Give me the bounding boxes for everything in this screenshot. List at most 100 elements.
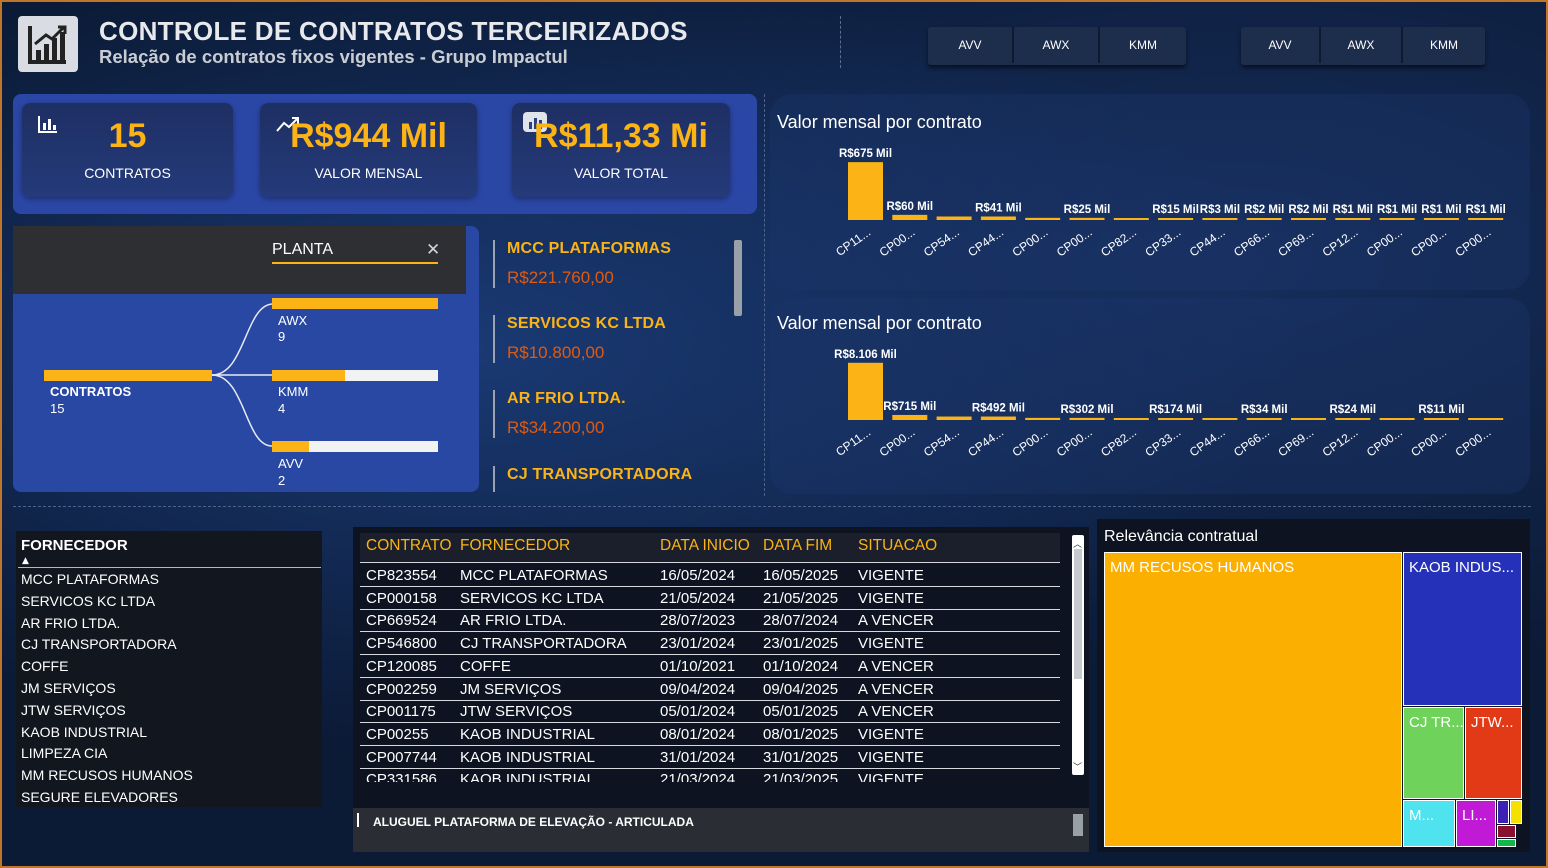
chart-bar[interactable]	[1291, 218, 1326, 220]
card-list-scrollbar[interactable]	[734, 240, 742, 316]
table-cell: MCC PLATAFORMAS	[460, 567, 608, 584]
table-row[interactable]: CP002259 JM SERVIÇOS 09/04/2024 09/04/2025 A…	[360, 679, 1060, 701]
filter-button-awx[interactable]: AWX	[1014, 27, 1100, 63]
slicer-item[interactable]: KAOB INDUSTRIAL	[21, 724, 147, 740]
close-icon[interactable]: ✕	[426, 240, 440, 260]
treemap-title: Relevância contratual	[1104, 528, 1258, 545]
description-scrollbar[interactable]	[1073, 814, 1083, 836]
chart-bar[interactable]	[1379, 218, 1415, 220]
x-tick-label: CP69...	[1275, 225, 1316, 259]
chart-bar[interactable]	[1468, 418, 1504, 420]
table-row[interactable]: CP007744 KAOB INDUSTRIAL 31/01/2024 31/01/2…	[360, 747, 1060, 769]
chart-bar[interactable]	[1069, 217, 1105, 220]
column-header[interactable]: DATA INICIO	[660, 537, 750, 555]
slicer-item[interactable]: AR FRIO LTDA.	[21, 615, 120, 631]
chart-bar[interactable]	[980, 416, 1016, 420]
slicer-item[interactable]: JTW SERVIÇOS	[21, 702, 126, 718]
table-scrollbar[interactable]: ︿ ﹀	[1072, 535, 1084, 775]
treemap-tile[interactable]	[1497, 839, 1516, 847]
filter-button-avv[interactable]: AVV	[928, 27, 1014, 63]
chart-bar[interactable]	[1158, 218, 1194, 220]
chart-bar[interactable]	[1423, 418, 1459, 420]
treemap-tile[interactable]: LI...	[1456, 800, 1496, 847]
chevron-down-icon[interactable]: ﹀	[1073, 760, 1082, 773]
table-row[interactable]: CP001175 JTW SERVIÇOS 05/01/2024 05/01/2025…	[360, 701, 1060, 724]
column-header[interactable]: DATA FIM	[763, 537, 832, 555]
chart-bar[interactable]	[1423, 218, 1459, 220]
chart-bar[interactable]	[1202, 418, 1238, 420]
treemap-tile[interactable]	[1510, 800, 1522, 824]
supplier-card[interactable]: SERVICOS KC LTDA R$10.800,00	[493, 315, 666, 363]
chart-bar[interactable]	[848, 362, 883, 420]
bar-chart-1: R$675 MilCP11...R$60 MilCP00... CP54...R$…	[833, 148, 1506, 259]
table-row[interactable]: CP546800 CJ TRANSPORTADORA 23/01/2024 23/01…	[360, 633, 1060, 656]
supplier-card[interactable]: AR FRIO LTDA. R$34.200,00	[493, 390, 626, 438]
chart-bar[interactable]	[980, 216, 1016, 220]
chart-bar[interactable]	[1379, 418, 1415, 420]
chart-bar[interactable]	[1113, 418, 1149, 420]
chart-bar[interactable]	[1158, 418, 1194, 420]
tree-branch-bar-awx[interactable]	[272, 298, 438, 309]
column-header[interactable]: SITUACAO	[858, 537, 937, 555]
chart-bar[interactable]	[1246, 418, 1282, 420]
chart-bar[interactable]	[1335, 218, 1371, 220]
chart-bar[interactable]	[1246, 218, 1282, 220]
tree-root-bar[interactable]	[44, 370, 212, 381]
table-row[interactable]: CP120085 COFFE 01/10/2021 01/10/2024 A VENCE…	[360, 656, 1060, 678]
data-label: R$25 Mil	[1064, 204, 1111, 216]
filter-button-awx-2[interactable]: AWX	[1321, 27, 1403, 63]
supplier-card[interactable]: CJ TRANSPORTADORA	[493, 466, 692, 492]
table-row[interactable]: CP823554 MCC PLATAFORMAS 16/05/2024 16/05/2…	[360, 565, 1060, 587]
column-header[interactable]: FORNECEDOR	[460, 537, 570, 555]
kpi-value: R$944 Mil	[290, 117, 447, 155]
chart-bar[interactable]	[1025, 217, 1061, 220]
tree-connectors	[211, 303, 273, 447]
table-cell: 05/01/2024	[660, 703, 736, 721]
x-tick-label: CP00...	[1364, 425, 1405, 459]
chart-bar[interactable]	[1113, 218, 1149, 220]
chart-bar[interactable]	[936, 416, 972, 420]
chart-bar[interactable]	[1025, 417, 1061, 420]
chart-bar[interactable]	[892, 414, 928, 420]
chart-bar[interactable]	[936, 216, 972, 220]
tree-filter-label[interactable]: PLANTA	[272, 241, 333, 259]
chart-bar[interactable]	[848, 162, 883, 220]
slicer-item[interactable]: CJ TRANSPORTADORA	[21, 636, 177, 652]
slicer-item[interactable]: JM SERVIÇOS	[21, 680, 116, 696]
filter-button-kmm[interactable]: KMM	[1100, 27, 1186, 63]
chart-bar[interactable]	[1069, 417, 1105, 420]
table-cell: AR FRIO LTDA.	[460, 612, 567, 630]
treemap-tile[interactable]: MM RECUSOS HUMANOS	[1104, 552, 1402, 847]
slicer-item[interactable]: LIMPEZA CIA	[21, 745, 107, 761]
column-header[interactable]: CONTRATO	[366, 537, 452, 555]
supplier-value: R$10.800,00	[507, 343, 605, 362]
filter-button-kmm-2[interactable]: KMM	[1403, 27, 1485, 63]
slicer-item[interactable]: MM RECUSOS HUMANOS	[21, 767, 193, 783]
treemap-tile[interactable]: CJ TR...	[1403, 707, 1464, 799]
table-row[interactable]: CP669524 AR FRIO LTDA. 28/07/2023 28/07/202…	[360, 610, 1060, 633]
treemap-tile[interactable]	[1497, 825, 1516, 838]
treemap-tile[interactable]	[1497, 800, 1509, 824]
tree-branch-bar-avv[interactable]	[272, 441, 438, 452]
slicer-item[interactable]: SERVICOS KC LTDA	[21, 593, 155, 609]
treemap-tile[interactable]: JTW...	[1465, 707, 1522, 799]
chart-bar[interactable]	[1335, 418, 1371, 420]
supplier-card[interactable]: MCC PLATAFORMAS R$221.760,00	[493, 240, 671, 288]
chart-bar[interactable]	[1468, 218, 1504, 220]
slicer-item[interactable]: MCC PLATAFORMAS	[21, 571, 159, 587]
table-row[interactable]: CP00255 KAOB INDUSTRIAL 08/01/2024 08/01/20…	[360, 724, 1060, 746]
slicer-item[interactable]: COFFE	[21, 658, 68, 674]
tree-branch-bar-kmm[interactable]	[272, 370, 438, 381]
treemap-tile[interactable]: M...	[1403, 800, 1455, 847]
filter-button-avv-2[interactable]: AVV	[1241, 27, 1321, 63]
table-cell: VIGENTE	[858, 748, 924, 766]
treemap-tile[interactable]: KAOB INDUS...	[1403, 552, 1522, 706]
chart-bar[interactable]	[892, 214, 928, 220]
chart-bar[interactable]	[1202, 218, 1238, 220]
slicer-item[interactable]: SEGURE ELEVADORES	[21, 789, 178, 805]
sort-ascending-icon[interactable]: ▲	[22, 556, 29, 566]
slicer-title[interactable]: FORNECEDOR	[21, 537, 128, 554]
table-row[interactable]: CP000158 SERVICOS KC LTDA 21/05/2024 21/05/…	[360, 588, 1060, 610]
scrollbar-thumb[interactable]	[1074, 549, 1082, 679]
chart-bar[interactable]	[1291, 418, 1326, 420]
